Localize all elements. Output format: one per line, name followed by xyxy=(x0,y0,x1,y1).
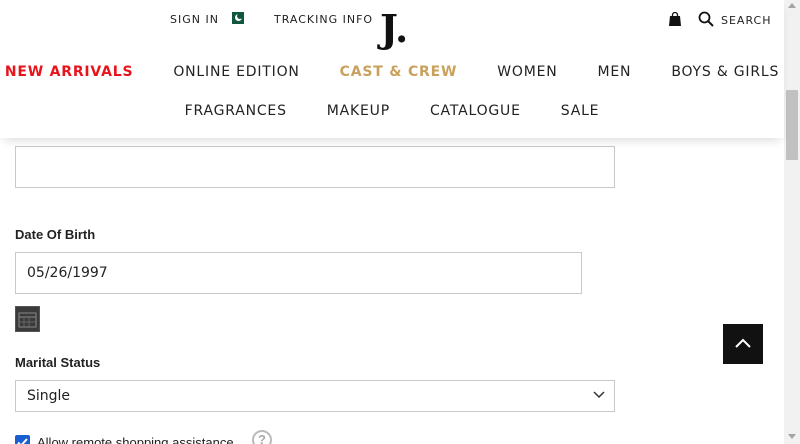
dob-value: 05/26/1997 xyxy=(27,265,108,281)
marital-status-value: Single xyxy=(27,388,71,404)
scroll-up-arrow-icon[interactable] xyxy=(788,3,796,8)
chevron-up-icon xyxy=(735,338,751,348)
scroll-down-arrow-icon[interactable] xyxy=(788,434,796,439)
dob-input[interactable]: 05/26/1997 xyxy=(15,252,582,294)
nav-makeup[interactable]: MAKEUP xyxy=(327,103,390,119)
main-nav-row-1: NEW ARRIVALS ONLINE EDITION CAST & CREW … xyxy=(0,64,784,80)
site-header: SIGN IN TRACKING INFO J. SEARCH NEW ARRI… xyxy=(0,0,784,138)
dob-label: Date Of Birth xyxy=(15,227,96,242)
nav-fragrances[interactable]: FRAGRANCES xyxy=(185,103,287,119)
nav-women[interactable]: WOMEN xyxy=(497,64,557,80)
sign-in-link[interactable]: SIGN IN xyxy=(170,13,219,26)
remote-assistance-checkbox[interactable] xyxy=(15,435,30,444)
main-nav-row-2: FRAGRANCES MAKEUP CATALOGUE SALE xyxy=(0,103,784,119)
nav-cast-crew[interactable]: CAST & CREW xyxy=(340,64,458,80)
text-field-above[interactable] xyxy=(15,146,615,188)
nav-boys-girls[interactable]: BOYS & GIRLS xyxy=(671,64,779,80)
calendar-icon[interactable] xyxy=(15,306,40,332)
chevron-down-icon xyxy=(593,391,605,399)
pakistan-flag-icon[interactable] xyxy=(228,12,244,24)
remote-assistance-label: Allow remote shopping assistance xyxy=(37,435,234,444)
nav-sale[interactable]: SALE xyxy=(561,103,600,119)
page-scrollbar[interactable] xyxy=(784,0,800,444)
help-icon[interactable]: ? xyxy=(252,430,272,444)
marital-status-label: Marital Status xyxy=(15,355,101,370)
search-icon[interactable] xyxy=(698,11,714,27)
tracking-info-link[interactable]: TRACKING INFO xyxy=(274,13,373,26)
nav-online-edition[interactable]: ONLINE EDITION xyxy=(173,64,299,80)
shopping-bag-icon[interactable] xyxy=(668,12,682,26)
nav-catalogue[interactable]: CATALOGUE xyxy=(430,103,521,119)
scroll-thumb[interactable] xyxy=(786,90,798,160)
brand-logo[interactable]: J. xyxy=(380,10,408,48)
back-to-top-button[interactable] xyxy=(723,324,763,364)
marital-status-select[interactable]: Single xyxy=(15,380,615,412)
search-label[interactable]: SEARCH xyxy=(721,14,772,27)
nav-men[interactable]: MEN xyxy=(598,64,632,80)
nav-new-arrivals[interactable]: NEW ARRIVALS xyxy=(5,64,134,80)
